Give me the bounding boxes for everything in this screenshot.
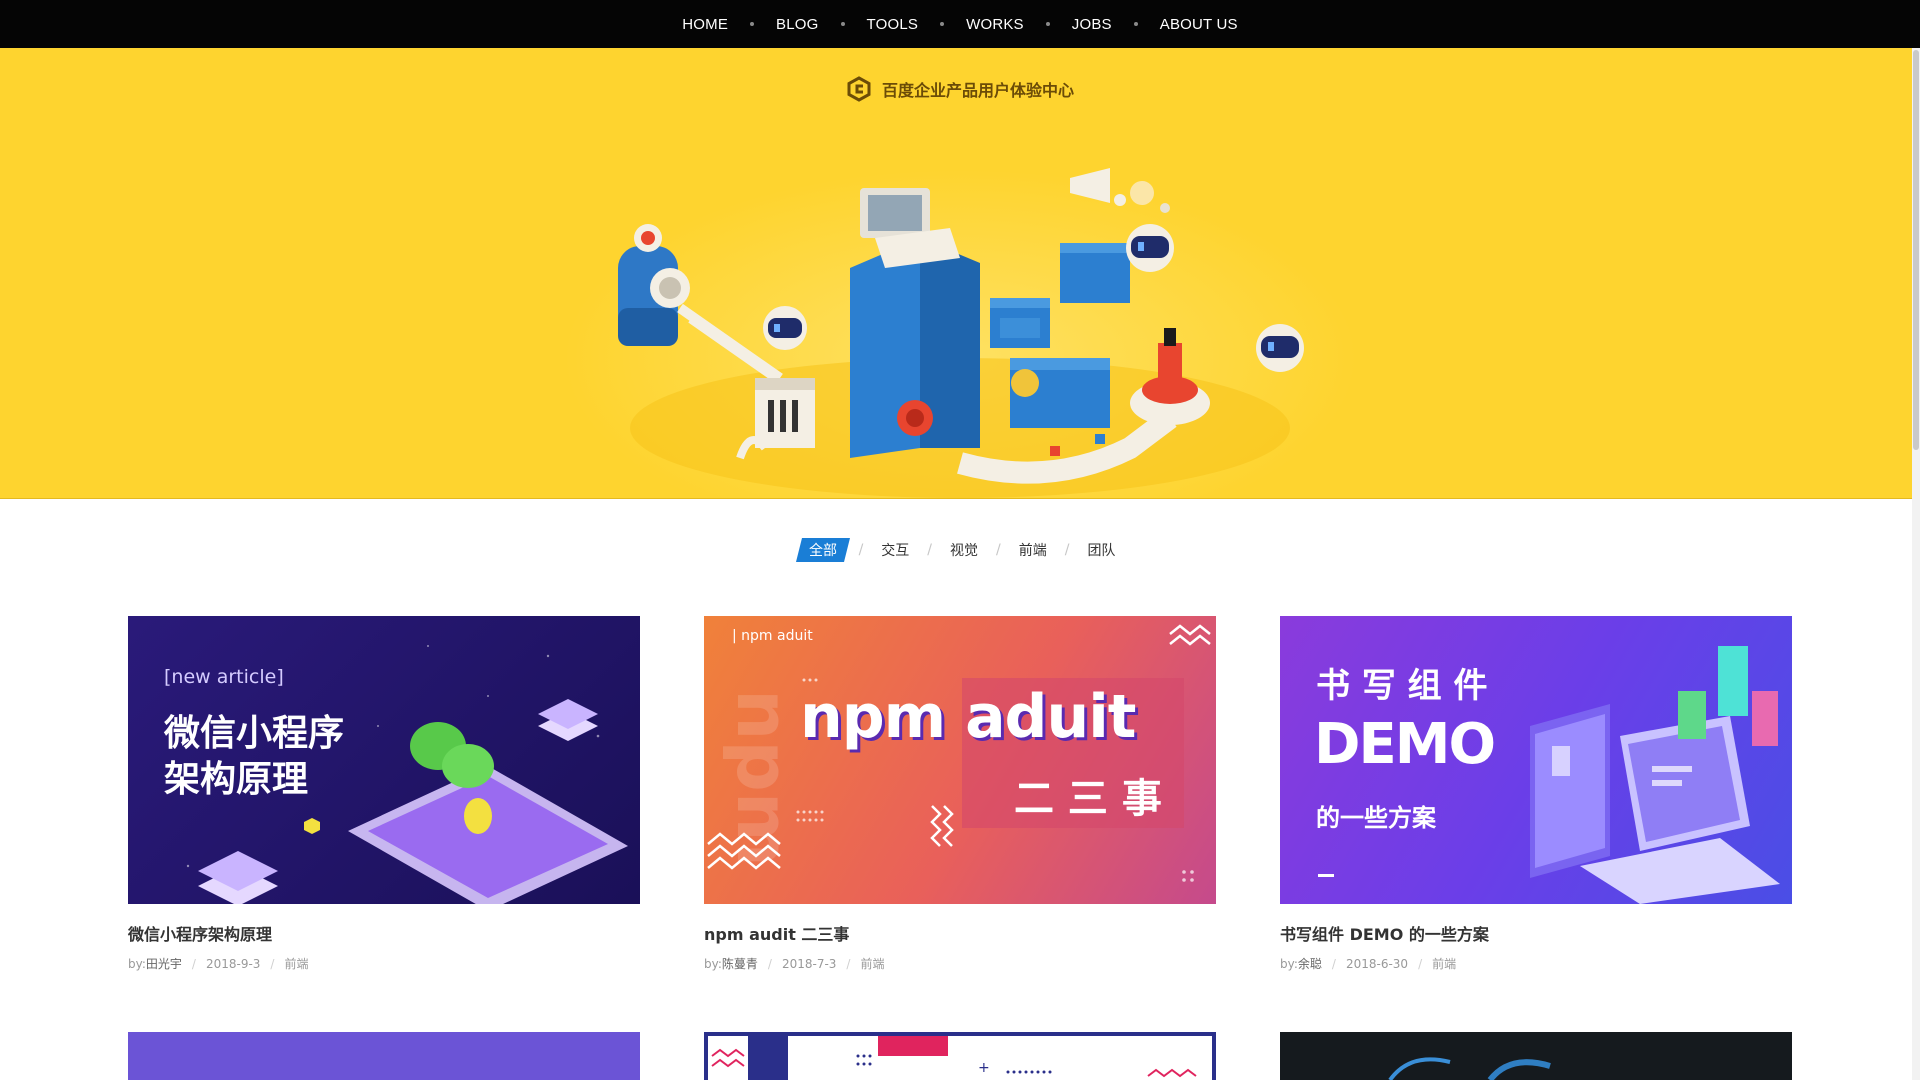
author-prefix: by: — [704, 956, 722, 971]
brand-logo-icon — [847, 76, 871, 102]
nav-blog[interactable]: BLOG — [776, 16, 818, 33]
post-meta: by: 田光宇 / 2018-9-3 / 前端 — [128, 955, 640, 972]
nav-home[interactable]: HOME — [682, 16, 728, 33]
nav-separator — [940, 22, 945, 26]
post-date: 2018-9-3 — [205, 956, 261, 971]
thumbnail-tag: [new article] — [164, 666, 284, 688]
filter-team[interactable]: 团队 — [1081, 540, 1121, 560]
meta-separator: / — [270, 956, 275, 971]
post-meta: by: 余聪 / 2018-6-30 / 前端 — [1280, 955, 1792, 972]
nav-about-us[interactable]: ABOUT US — [1160, 16, 1238, 33]
filter-visual[interactable]: 视觉 — [944, 540, 984, 560]
post-category[interactable]: 前端 — [860, 955, 884, 972]
filter-separator: / — [858, 542, 864, 558]
thumbnail-art — [1388, 1057, 1551, 1080]
svg-text:+: + — [978, 1060, 990, 1076]
post-title[interactable]: 微信小程序架构原理 — [128, 921, 640, 945]
filter-separator: / — [1064, 542, 1070, 558]
thumbnail-vertical-text: npm — [720, 689, 805, 867]
filter-interaction[interactable]: 交互 — [875, 540, 915, 560]
post-category[interactable]: 前端 — [284, 955, 308, 972]
thumbnail-heading-line1: npm aduit — [800, 682, 1136, 752]
category-filter: 全部 / 交互 / 视觉 / 前端 / 团队 — [0, 538, 1920, 562]
post-author[interactable]: 余聪 — [1298, 955, 1322, 972]
thumbnail-heading-line1: 微信小程序 — [164, 713, 345, 754]
post-thumbnail[interactable]: npm | npm aduit npm aduit 二 三 事 — [704, 616, 1216, 904]
post-date: 2018-7-3 — [781, 956, 837, 971]
post-card[interactable]: [new article] 微信小程序 架构原理 微信小程序架构原理 by: 田光… — [128, 616, 640, 972]
post-category[interactable]: 前端 — [1432, 955, 1456, 972]
thumbnail-dash — [1318, 874, 1334, 877]
thumbnail-art: + — [711, 1036, 1197, 1080]
post-thumbnail[interactable]: + — [704, 1032, 1216, 1080]
post-author[interactable]: 陈蔓青 — [722, 955, 758, 972]
filter-all[interactable]: 全部 — [795, 538, 850, 562]
post-meta: by: 陈蔓青 / 2018-7-3 / 前端 — [704, 955, 1216, 972]
post-thumbnail[interactable] — [128, 1032, 640, 1080]
post-title[interactable]: npm audit 二三事 — [704, 921, 1216, 945]
post-card[interactable]: npm | npm aduit npm aduit 二 三 事 npm audi… — [704, 616, 1216, 972]
thumbnail-heading-line3: 的一些方案 — [1316, 804, 1436, 832]
page-scrollbar[interactable] — [1912, 48, 1920, 1080]
nav-jobs[interactable]: JOBS — [1072, 16, 1112, 33]
brand-name: 百度企业产品用户体验中心 — [881, 81, 1074, 100]
post-card[interactable]: 书 写 组 件 DEMO 的一些方案 书写组件 DEMO 的一些方案 by: 余聪… — [1280, 616, 1792, 972]
nav-separator — [1045, 22, 1050, 26]
nav-separator — [840, 22, 845, 26]
post-thumbnail[interactable] — [1280, 1032, 1792, 1080]
meta-separator: / — [767, 956, 772, 971]
scrollbar-thumb[interactable] — [1913, 50, 1919, 450]
thumbnail-heading-line2: 二 三 事 — [1014, 776, 1162, 822]
nav-separator — [1133, 22, 1138, 26]
nav-separator — [750, 22, 755, 26]
author-prefix: by: — [128, 956, 146, 971]
post-thumbnail[interactable]: [new article] 微信小程序 架构原理 — [128, 616, 640, 904]
thumbnail-heading-line1: 书 写 组 件 — [1316, 666, 1488, 706]
thumbnail-tag: | npm aduit — [732, 628, 813, 644]
nav-works[interactable]: WORKS — [966, 16, 1024, 33]
hero-banner: 百度企业产品用户体验中心 — [0, 48, 1920, 499]
post-author[interactable]: 田光宇 — [146, 955, 182, 972]
post-thumbnail[interactable]: 书 写 组 件 DEMO 的一些方案 — [1280, 616, 1792, 904]
meta-separator: / — [846, 956, 851, 971]
filter-separator: / — [996, 542, 1001, 558]
post-date: 2018-6-30 — [1345, 956, 1409, 971]
top-nav: HOME BLOG TOOLS WORKS JOBS ABOUT US — [0, 0, 1920, 48]
filter-frontend[interactable]: 前端 — [1013, 540, 1053, 560]
filter-separator: / — [927, 542, 932, 558]
hero-illustration — [618, 168, 1304, 498]
meta-separator: / — [1331, 956, 1336, 971]
brand[interactable]: 百度企业产品用户体验中心 — [0, 76, 1920, 102]
post-title[interactable]: 书写组件 DEMO 的一些方案 — [1280, 921, 1792, 945]
author-prefix: by: — [1280, 956, 1298, 971]
meta-separator: / — [1418, 956, 1423, 971]
nav-tools[interactable]: TOOLS — [867, 16, 919, 33]
meta-separator: / — [191, 956, 196, 971]
thumbnail-heading-line2: DEMO — [1314, 712, 1496, 777]
thumbnail-heading-line2: 架构原理 — [164, 759, 309, 800]
